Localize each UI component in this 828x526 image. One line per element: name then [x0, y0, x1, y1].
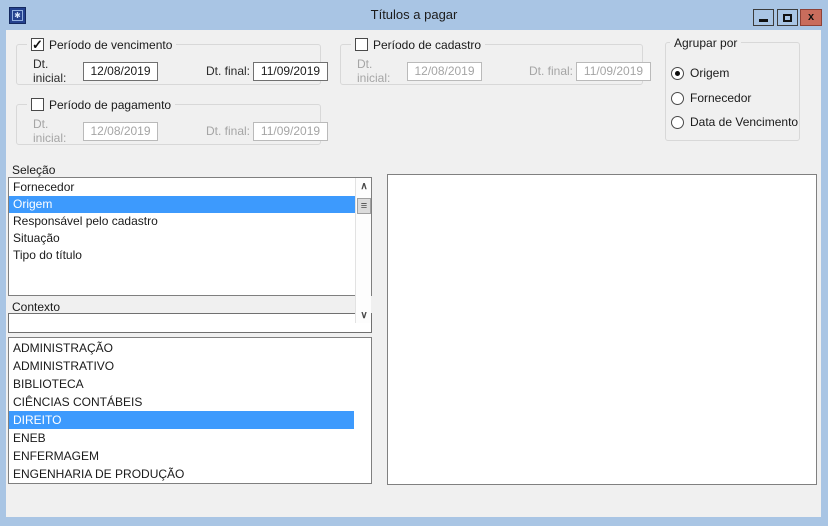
vencimento-label: Período de vencimento	[49, 37, 173, 52]
radio-label: Data de Vencimento	[690, 115, 799, 129]
dt-final-label: Dt. final:	[206, 64, 251, 78]
list-item[interactable]: Tipo do título	[9, 247, 371, 264]
radio-option-origem[interactable]: Origem	[671, 66, 729, 80]
close-button[interactable]: x	[800, 9, 822, 26]
list-item[interactable]: Responsável pelo cadastro	[9, 213, 371, 230]
contexto-input[interactable]	[8, 313, 372, 333]
vencimento-checkbox[interactable]	[31, 37, 44, 53]
list-item[interactable]: ADMINISTRAÇÃO	[9, 339, 354, 357]
list-item[interactable]: DIREITO	[9, 411, 354, 429]
vencimento-dates: Dt. inicial: Dt. final:	[33, 57, 328, 85]
list-item[interactable]: ADMINISTRATIVO	[9, 357, 354, 375]
minimize-icon	[759, 19, 768, 22]
radio-icon	[671, 115, 684, 129]
scroll-down-icon[interactable]: ∨	[356, 307, 372, 323]
list-item[interactable]: ENGENHARIA DE PRODUÇÃO	[9, 465, 354, 483]
cadastro-dt-inicial-input	[407, 61, 482, 81]
dialog-window: ✱ Títulos a pagar x Período de venciment…	[0, 0, 828, 526]
pagamento-dt-inicial-input	[83, 121, 158, 141]
list-item[interactable]: Situação	[9, 230, 371, 247]
minimize-button[interactable]	[753, 9, 774, 26]
client-area: Período de vencimento Dt. inicial: Dt. f…	[6, 30, 821, 517]
agrupar-label: Agrupar por	[674, 35, 738, 50]
results-panel	[387, 174, 817, 485]
cadastro-label: Período de cadastro	[373, 37, 482, 52]
list-item[interactable]: BIBLIOTECA	[9, 375, 354, 393]
contexto-scrollbar: ∧ ≡ ∨	[355, 178, 371, 323]
window-title: Títulos a pagar	[370, 7, 458, 22]
pagamento-dt-final-input	[253, 121, 328, 141]
legend-periodo-cadastro: Período de cadastro	[351, 37, 486, 52]
dt-inicial-label: Dt. inicial:	[33, 57, 67, 85]
list-item[interactable]: Fornecedor	[9, 179, 371, 196]
contexto-listbox: ADMINISTRAÇÃO ADMINISTRATIVO BIBLIOTECA CIÊ…	[8, 337, 372, 484]
radio-label: Fornecedor	[690, 91, 752, 105]
pagamento-checkbox[interactable]	[31, 98, 44, 111]
vencimento-dt-final-input[interactable]	[253, 61, 328, 81]
pagamento-label: Período de pagamento	[49, 97, 172, 112]
cadastro-dt-final-input	[576, 61, 651, 81]
list-item[interactable]: ENFERMAGEM	[9, 447, 354, 465]
radio-option-data-de-vencimento[interactable]: Data de Vencimento	[671, 115, 798, 129]
radio-option-fornecedor[interactable]: Fornecedor	[671, 91, 751, 105]
vencimento-dt-inicial-input[interactable]	[83, 61, 158, 81]
cadastro-dates: Dt. inicial: Dt. final:	[357, 57, 651, 85]
radio-icon	[671, 66, 684, 80]
dt-inicial-label: Dt. inicial:	[33, 117, 67, 145]
legend-periodo-vencimento: Período de vencimento	[27, 37, 177, 53]
dt-final-label: Dt. final:	[529, 64, 574, 78]
selecao-label: Seleção	[12, 163, 56, 177]
selecao-listbox: Fornecedor Origem Responsável pelo cadastr…	[8, 177, 372, 296]
legend-agrupar-por: Agrupar por	[670, 35, 742, 50]
scrollbar-thumb[interactable]: ≡	[357, 198, 371, 214]
maximize-icon	[783, 13, 792, 22]
pagamento-dates: Dt. inicial: Dt. final:	[33, 117, 328, 145]
dt-final-label: Dt. final:	[206, 124, 251, 138]
list-item[interactable]: Origem	[9, 196, 371, 213]
contexto-label: Contexto	[12, 300, 61, 314]
maximize-button[interactable]	[777, 9, 798, 26]
cadastro-checkbox[interactable]	[355, 38, 368, 51]
radio-label: Origem	[690, 66, 730, 80]
radio-icon	[671, 91, 684, 105]
dt-inicial-label: Dt. inicial:	[357, 57, 391, 85]
close-icon: x	[807, 11, 815, 23]
scroll-up-icon[interactable]: ∧	[356, 178, 372, 194]
titlebar: ✱ Títulos a pagar x	[0, 0, 828, 30]
list-item[interactable]: ENEB	[9, 429, 354, 447]
legend-periodo-pagamento: Período de pagamento	[27, 97, 176, 112]
list-item[interactable]: CIÊNCIAS CONTÁBEIS	[9, 393, 354, 411]
